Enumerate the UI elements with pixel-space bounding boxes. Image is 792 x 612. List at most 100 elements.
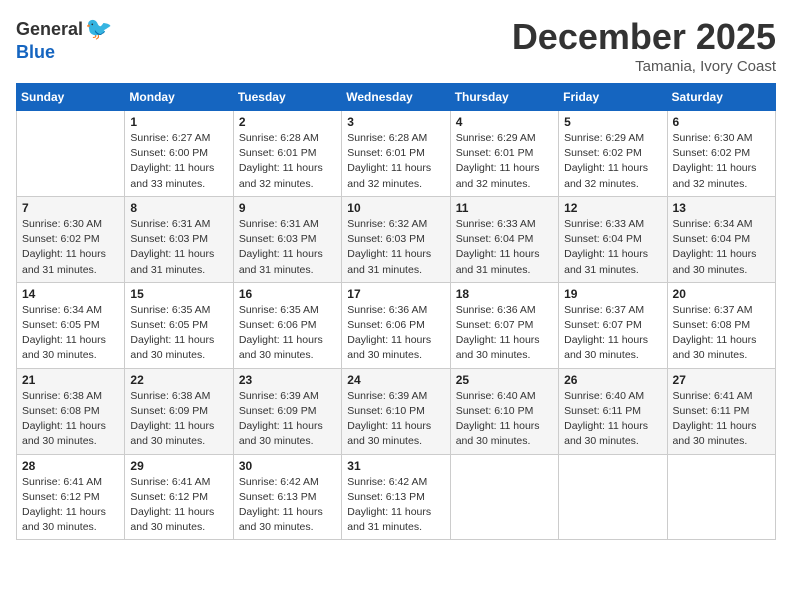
day-number: 22 [130, 373, 227, 387]
calendar-week-row: 28 Sunrise: 6:41 AM Sunset: 6:12 PM Dayli… [17, 454, 776, 540]
calendar-cell: 17 Sunrise: 6:36 AM Sunset: 6:06 PM Dayli… [342, 282, 450, 368]
day-number: 20 [673, 287, 770, 301]
calendar-cell: 18Sunrise: 6:36 AM Sunset: 6:07 PM Dayli… [450, 282, 558, 368]
calendar-header-row: SundayMondayTuesdayWednesdayThursdayFrid… [17, 84, 776, 111]
day-number: 18 [456, 287, 553, 301]
day-number: 10 [347, 201, 444, 215]
calendar-cell: 14 Sunrise: 6:34 AM Sunset: 6:05 PM Dayli… [17, 282, 125, 368]
calendar-cell: 22 Sunrise: 6:38 AM Sunset: 6:09 PM Dayli… [125, 368, 233, 454]
weekday-header-tuesday: Tuesday [233, 84, 341, 111]
day-number: 11 [456, 201, 553, 215]
day-info: Sunrise: 6:40 AM Sunset: 6:10 PM Dayligh… [456, 389, 553, 450]
day-number: 30 [239, 459, 336, 473]
weekday-header-thursday: Thursday [450, 84, 558, 111]
weekday-header-friday: Friday [559, 84, 667, 111]
day-info: Sunrise: 6:41 AM Sunset: 6:12 PM Dayligh… [22, 475, 119, 536]
month-title: December 2025 [512, 16, 776, 58]
calendar-cell: 23 Sunrise: 6:39 AM Sunset: 6:09 PM Dayli… [233, 368, 341, 454]
day-number: 21 [22, 373, 119, 387]
weekday-header-sunday: Sunday [17, 84, 125, 111]
calendar-week-row: 21 Sunrise: 6:38 AM Sunset: 6:08 PM Dayli… [17, 368, 776, 454]
day-info: Sunrise: 6:34 AM Sunset: 6:04 PM Dayligh… [673, 217, 770, 278]
calendar-week-row: 1Sunrise: 6:27 AM Sunset: 6:00 PM Daylig… [17, 111, 776, 197]
header: General 🐦 Blue December 2025 Tamania, Iv… [16, 16, 776, 75]
calendar-cell: 7 Sunrise: 6:30 AM Sunset: 6:02 PM Daylig… [17, 196, 125, 282]
day-number: 23 [239, 373, 336, 387]
day-info: Sunrise: 6:28 AM Sunset: 6:01 PM Dayligh… [347, 131, 444, 192]
day-info: Sunrise: 6:39 AM Sunset: 6:10 PM Dayligh… [347, 389, 444, 450]
day-info: Sunrise: 6:39 AM Sunset: 6:09 PM Dayligh… [239, 389, 336, 450]
day-info: Sunrise: 6:42 AM Sunset: 6:13 PM Dayligh… [347, 475, 444, 536]
day-info: Sunrise: 6:36 AM Sunset: 6:06 PM Dayligh… [347, 303, 444, 364]
day-info: Sunrise: 6:34 AM Sunset: 6:05 PM Dayligh… [22, 303, 119, 364]
day-info: Sunrise: 6:35 AM Sunset: 6:05 PM Dayligh… [130, 303, 227, 364]
logo-bird-icon: 🐦 [85, 16, 112, 42]
calendar-cell: 19 Sunrise: 6:37 AM Sunset: 6:07 PM Dayli… [559, 282, 667, 368]
day-info: Sunrise: 6:27 AM Sunset: 6:00 PM Dayligh… [130, 131, 227, 192]
calendar-cell: 26 Sunrise: 6:40 AM Sunset: 6:11 PM Dayli… [559, 368, 667, 454]
day-number: 12 [564, 201, 661, 215]
day-number: 28 [22, 459, 119, 473]
day-number: 15 [130, 287, 227, 301]
calendar-cell: 15 Sunrise: 6:35 AM Sunset: 6:05 PM Dayli… [125, 282, 233, 368]
day-info: Sunrise: 6:30 AM Sunset: 6:02 PM Dayligh… [22, 217, 119, 278]
weekday-header-saturday: Saturday [667, 84, 775, 111]
calendar-cell: 11 Sunrise: 6:33 AM Sunset: 6:04 PM Dayli… [450, 196, 558, 282]
calendar-cell: 3Sunrise: 6:28 AM Sunset: 6:01 PM Daylig… [342, 111, 450, 197]
day-info: Sunrise: 6:33 AM Sunset: 6:04 PM Dayligh… [456, 217, 553, 278]
day-number: 27 [673, 373, 770, 387]
day-number: 17 [347, 287, 444, 301]
day-info: Sunrise: 6:28 AM Sunset: 6:01 PM Dayligh… [239, 131, 336, 192]
day-number: 13 [673, 201, 770, 215]
calendar-cell: 13 Sunrise: 6:34 AM Sunset: 6:04 PM Dayli… [667, 196, 775, 282]
day-number: 29 [130, 459, 227, 473]
day-info: Sunrise: 6:41 AM Sunset: 6:11 PM Dayligh… [673, 389, 770, 450]
day-info: Sunrise: 6:37 AM Sunset: 6:08 PM Dayligh… [673, 303, 770, 364]
day-info: Sunrise: 6:31 AM Sunset: 6:03 PM Dayligh… [130, 217, 227, 278]
day-number: 25 [456, 373, 553, 387]
day-number: 7 [22, 201, 119, 215]
calendar-cell: 12 Sunrise: 6:33 AM Sunset: 6:04 PM Dayli… [559, 196, 667, 282]
calendar-cell [559, 454, 667, 540]
calendar-cell: 5Sunrise: 6:29 AM Sunset: 6:02 PM Daylig… [559, 111, 667, 197]
day-number: 6 [673, 115, 770, 129]
calendar-cell: 29 Sunrise: 6:41 AM Sunset: 6:12 PM Dayli… [125, 454, 233, 540]
day-info: Sunrise: 6:38 AM Sunset: 6:09 PM Dayligh… [130, 389, 227, 450]
calendar-cell: 28 Sunrise: 6:41 AM Sunset: 6:12 PM Dayli… [17, 454, 125, 540]
weekday-header-monday: Monday [125, 84, 233, 111]
calendar-cell: 25 Sunrise: 6:40 AM Sunset: 6:10 PM Dayli… [450, 368, 558, 454]
day-number: 24 [347, 373, 444, 387]
day-number: 19 [564, 287, 661, 301]
calendar-cell [450, 454, 558, 540]
calendar-cell: 1Sunrise: 6:27 AM Sunset: 6:00 PM Daylig… [125, 111, 233, 197]
calendar-cell: 9Sunrise: 6:31 AM Sunset: 6:03 PM Daylig… [233, 196, 341, 282]
day-info: Sunrise: 6:33 AM Sunset: 6:04 PM Dayligh… [564, 217, 661, 278]
calendar-cell: 6Sunrise: 6:30 AM Sunset: 6:02 PM Daylig… [667, 111, 775, 197]
calendar-cell: 30 Sunrise: 6:42 AM Sunset: 6:13 PM Dayli… [233, 454, 341, 540]
title-area: December 2025 Tamania, Ivory Coast [512, 16, 776, 75]
day-info: Sunrise: 6:32 AM Sunset: 6:03 PM Dayligh… [347, 217, 444, 278]
calendar-cell [17, 111, 125, 197]
day-info: Sunrise: 6:42 AM Sunset: 6:13 PM Dayligh… [239, 475, 336, 536]
calendar-cell: 10 Sunrise: 6:32 AM Sunset: 6:03 PM Dayli… [342, 196, 450, 282]
day-number: 8 [130, 201, 227, 215]
day-info: Sunrise: 6:41 AM Sunset: 6:12 PM Dayligh… [130, 475, 227, 536]
calendar-cell: 20 Sunrise: 6:37 AM Sunset: 6:08 PM Dayli… [667, 282, 775, 368]
logo: General 🐦 Blue [16, 16, 112, 63]
day-number: 26 [564, 373, 661, 387]
location-subtitle: Tamania, Ivory Coast [512, 58, 776, 75]
day-number: 5 [564, 115, 661, 129]
day-number: 14 [22, 287, 119, 301]
calendar-cell: 31Sunrise: 6:42 AM Sunset: 6:13 PM Dayli… [342, 454, 450, 540]
day-info: Sunrise: 6:40 AM Sunset: 6:11 PM Dayligh… [564, 389, 661, 450]
day-info: Sunrise: 6:38 AM Sunset: 6:08 PM Dayligh… [22, 389, 119, 450]
calendar-cell: 8 Sunrise: 6:31 AM Sunset: 6:03 PM Daylig… [125, 196, 233, 282]
calendar-week-row: 14 Sunrise: 6:34 AM Sunset: 6:05 PM Dayli… [17, 282, 776, 368]
day-info: Sunrise: 6:29 AM Sunset: 6:01 PM Dayligh… [456, 131, 553, 192]
logo-general: General [16, 19, 83, 40]
day-info: Sunrise: 6:37 AM Sunset: 6:07 PM Dayligh… [564, 303, 661, 364]
calendar-cell: 21 Sunrise: 6:38 AM Sunset: 6:08 PM Dayli… [17, 368, 125, 454]
calendar-cell: 16Sunrise: 6:35 AM Sunset: 6:06 PM Dayli… [233, 282, 341, 368]
calendar-cell: 4Sunrise: 6:29 AM Sunset: 6:01 PM Daylig… [450, 111, 558, 197]
calendar-cell: 24 Sunrise: 6:39 AM Sunset: 6:10 PM Dayli… [342, 368, 450, 454]
